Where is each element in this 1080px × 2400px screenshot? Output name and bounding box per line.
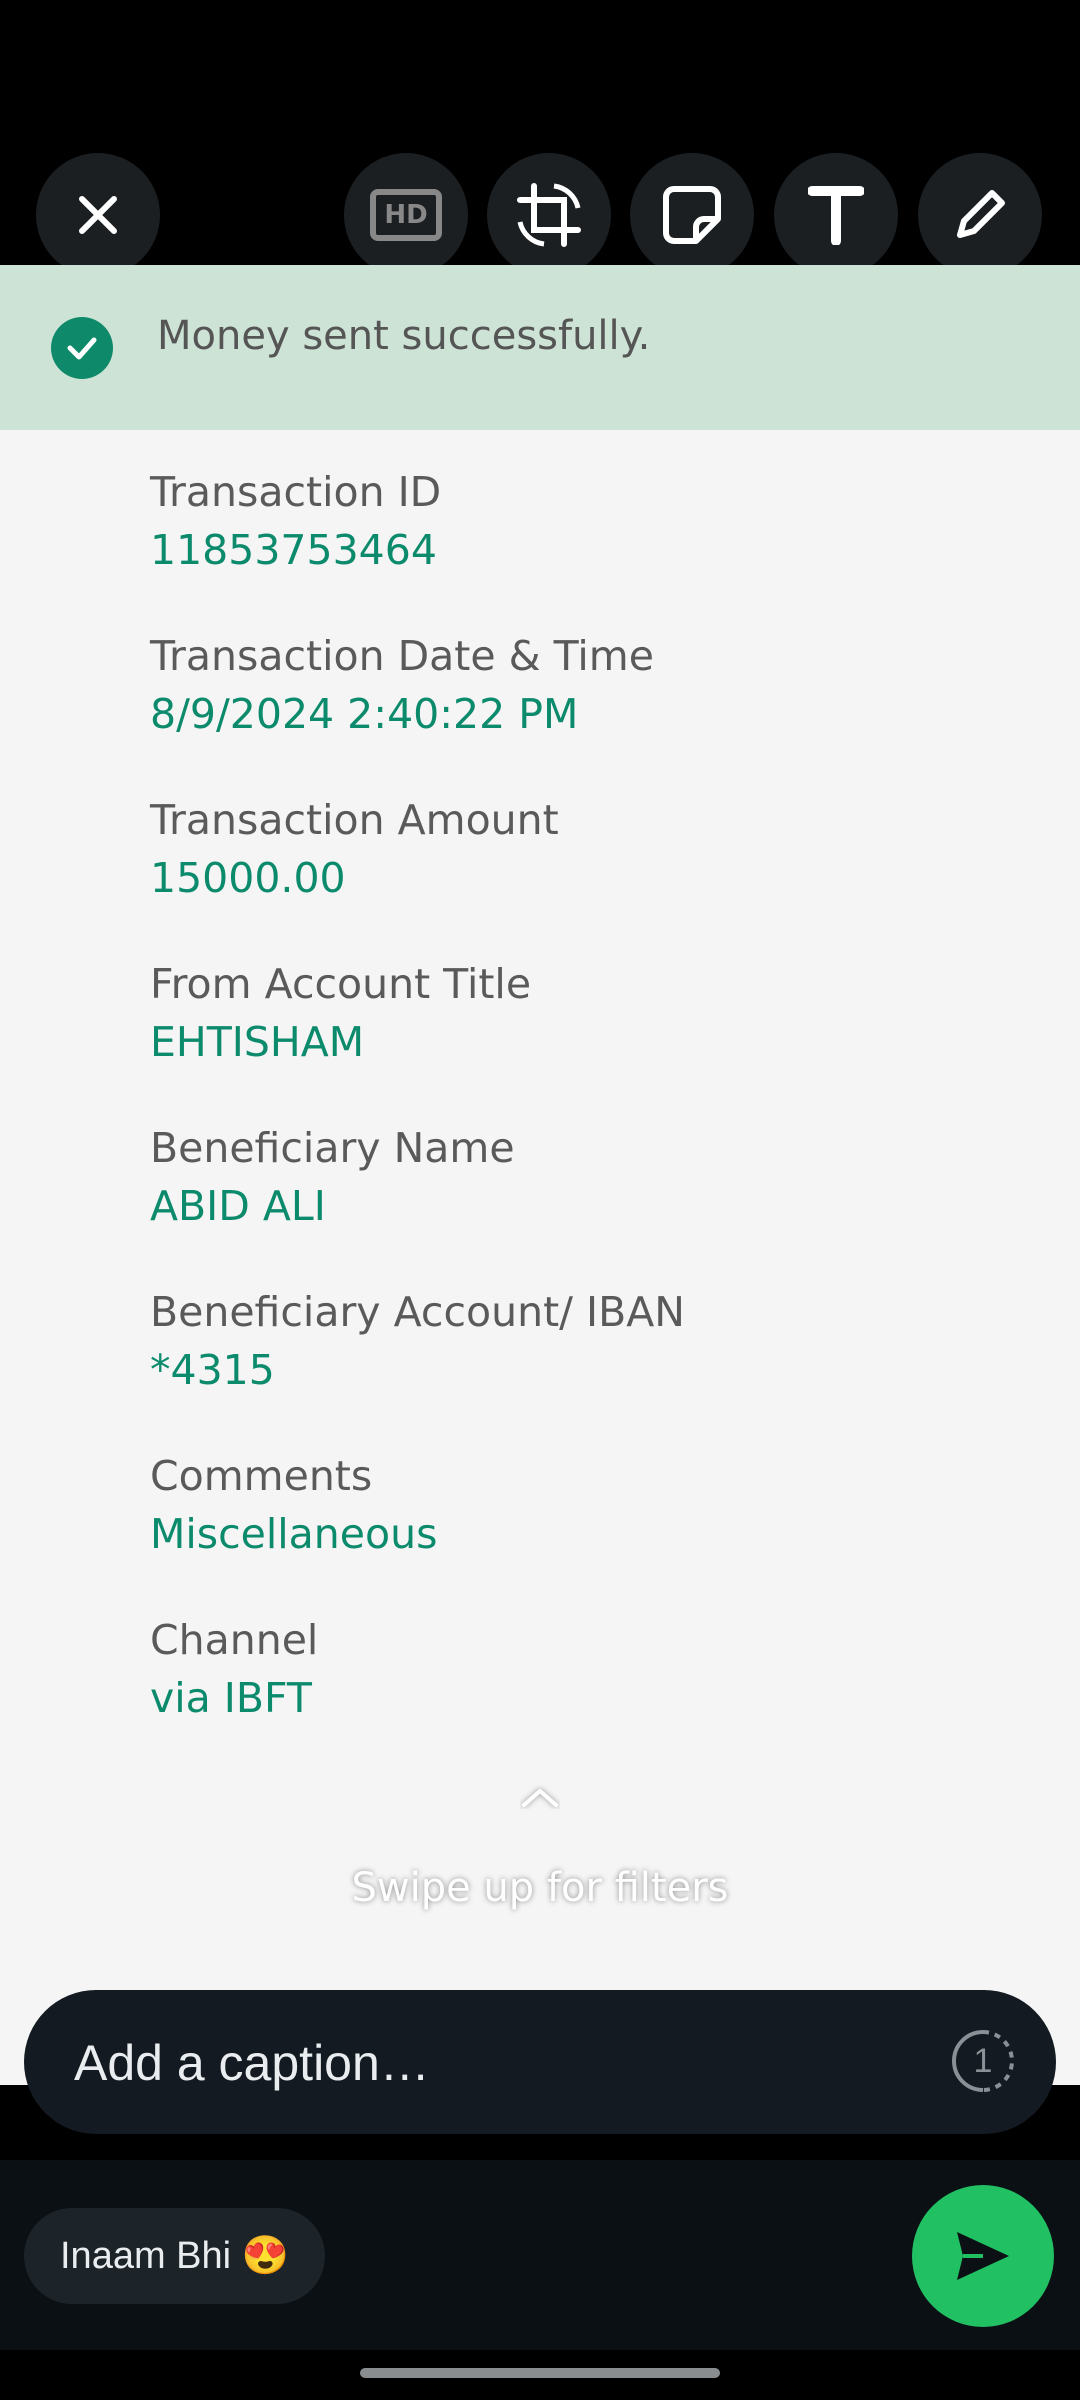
field-label: Comments — [150, 1452, 373, 1500]
field-label: Channel — [150, 1616, 319, 1664]
field-label: Transaction ID — [150, 468, 442, 516]
field-label: From Account Title — [150, 960, 532, 1008]
swipe-filters-hint: Swipe up for filters — [351, 1865, 729, 1911]
field-comments: Comments Miscellaneous — [150, 1447, 437, 1563]
draw-button[interactable] — [918, 153, 1042, 277]
sticker-button[interactable] — [630, 153, 754, 277]
recipient-chip[interactable]: Inaam Bhi 😍 — [24, 2208, 325, 2304]
field-value: Miscellaneous — [150, 1510, 438, 1558]
field-channel: Channel via IBFT — [150, 1611, 318, 1727]
chevron-up-icon — [522, 1789, 558, 1807]
hd-quality-button[interactable]: HD — [344, 153, 468, 277]
send-icon — [957, 2232, 1009, 2280]
field-transaction-id: Transaction ID 11853753464 — [150, 463, 441, 579]
field-transaction-datetime: Transaction Date & Time 8/9/2024 2:40:22… — [150, 627, 654, 743]
field-value: via IBFT — [150, 1674, 312, 1722]
caption-bar: 1 — [24, 1990, 1056, 2134]
hd-label: HD — [384, 200, 428, 230]
close-icon — [79, 196, 117, 234]
success-banner: Money sent successfully. — [0, 265, 1080, 430]
image-preview: Money sent successfully. Transaction ID … — [0, 265, 1080, 2085]
view-once-button[interactable]: 1 — [950, 2028, 1016, 2094]
hd-icon: HD — [370, 189, 442, 241]
field-value: 11853753464 — [150, 526, 437, 574]
view-once-label: 1 — [973, 2041, 993, 2080]
close-button[interactable] — [36, 153, 160, 277]
text-icon — [808, 186, 864, 245]
field-beneficiary-account: Beneficiary Account/ IBAN *4315 — [150, 1283, 685, 1399]
caption-input[interactable] — [72, 2026, 926, 2100]
text-tool-button[interactable] — [774, 153, 898, 277]
field-value: EHTISHAM — [150, 1018, 365, 1066]
field-value: *4315 — [150, 1346, 275, 1394]
sticker-icon — [663, 186, 721, 244]
field-beneficiary-name: Beneficiary Name ABID ALI — [150, 1119, 515, 1235]
field-transaction-amount: Transaction Amount 15000.00 — [150, 791, 559, 907]
check-circle-icon — [51, 317, 113, 379]
pencil-icon — [957, 190, 1005, 238]
crop-rotate-button[interactable] — [487, 153, 611, 277]
crop-rotate-icon — [517, 183, 581, 247]
success-message: Money sent successfully. — [157, 313, 651, 359]
home-indicator[interactable] — [360, 2368, 720, 2378]
field-label: Beneficiary Account/ IBAN — [150, 1288, 685, 1336]
send-button[interactable] — [912, 2185, 1054, 2327]
field-value: 15000.00 — [150, 854, 346, 902]
field-label: Beneficiary Name — [150, 1124, 515, 1172]
field-value: ABID ALI — [150, 1182, 326, 1230]
field-value: 8/9/2024 2:40:22 PM — [150, 690, 579, 738]
recipient-bar: Inaam Bhi 😍 — [0, 2160, 1080, 2350]
field-from-account-title: From Account Title EHTISHAM — [150, 955, 531, 1071]
field-label: Transaction Date & Time — [150, 632, 654, 680]
recipient-name: Inaam Bhi 😍 — [60, 2235, 289, 2277]
field-label: Transaction Amount — [150, 796, 559, 844]
